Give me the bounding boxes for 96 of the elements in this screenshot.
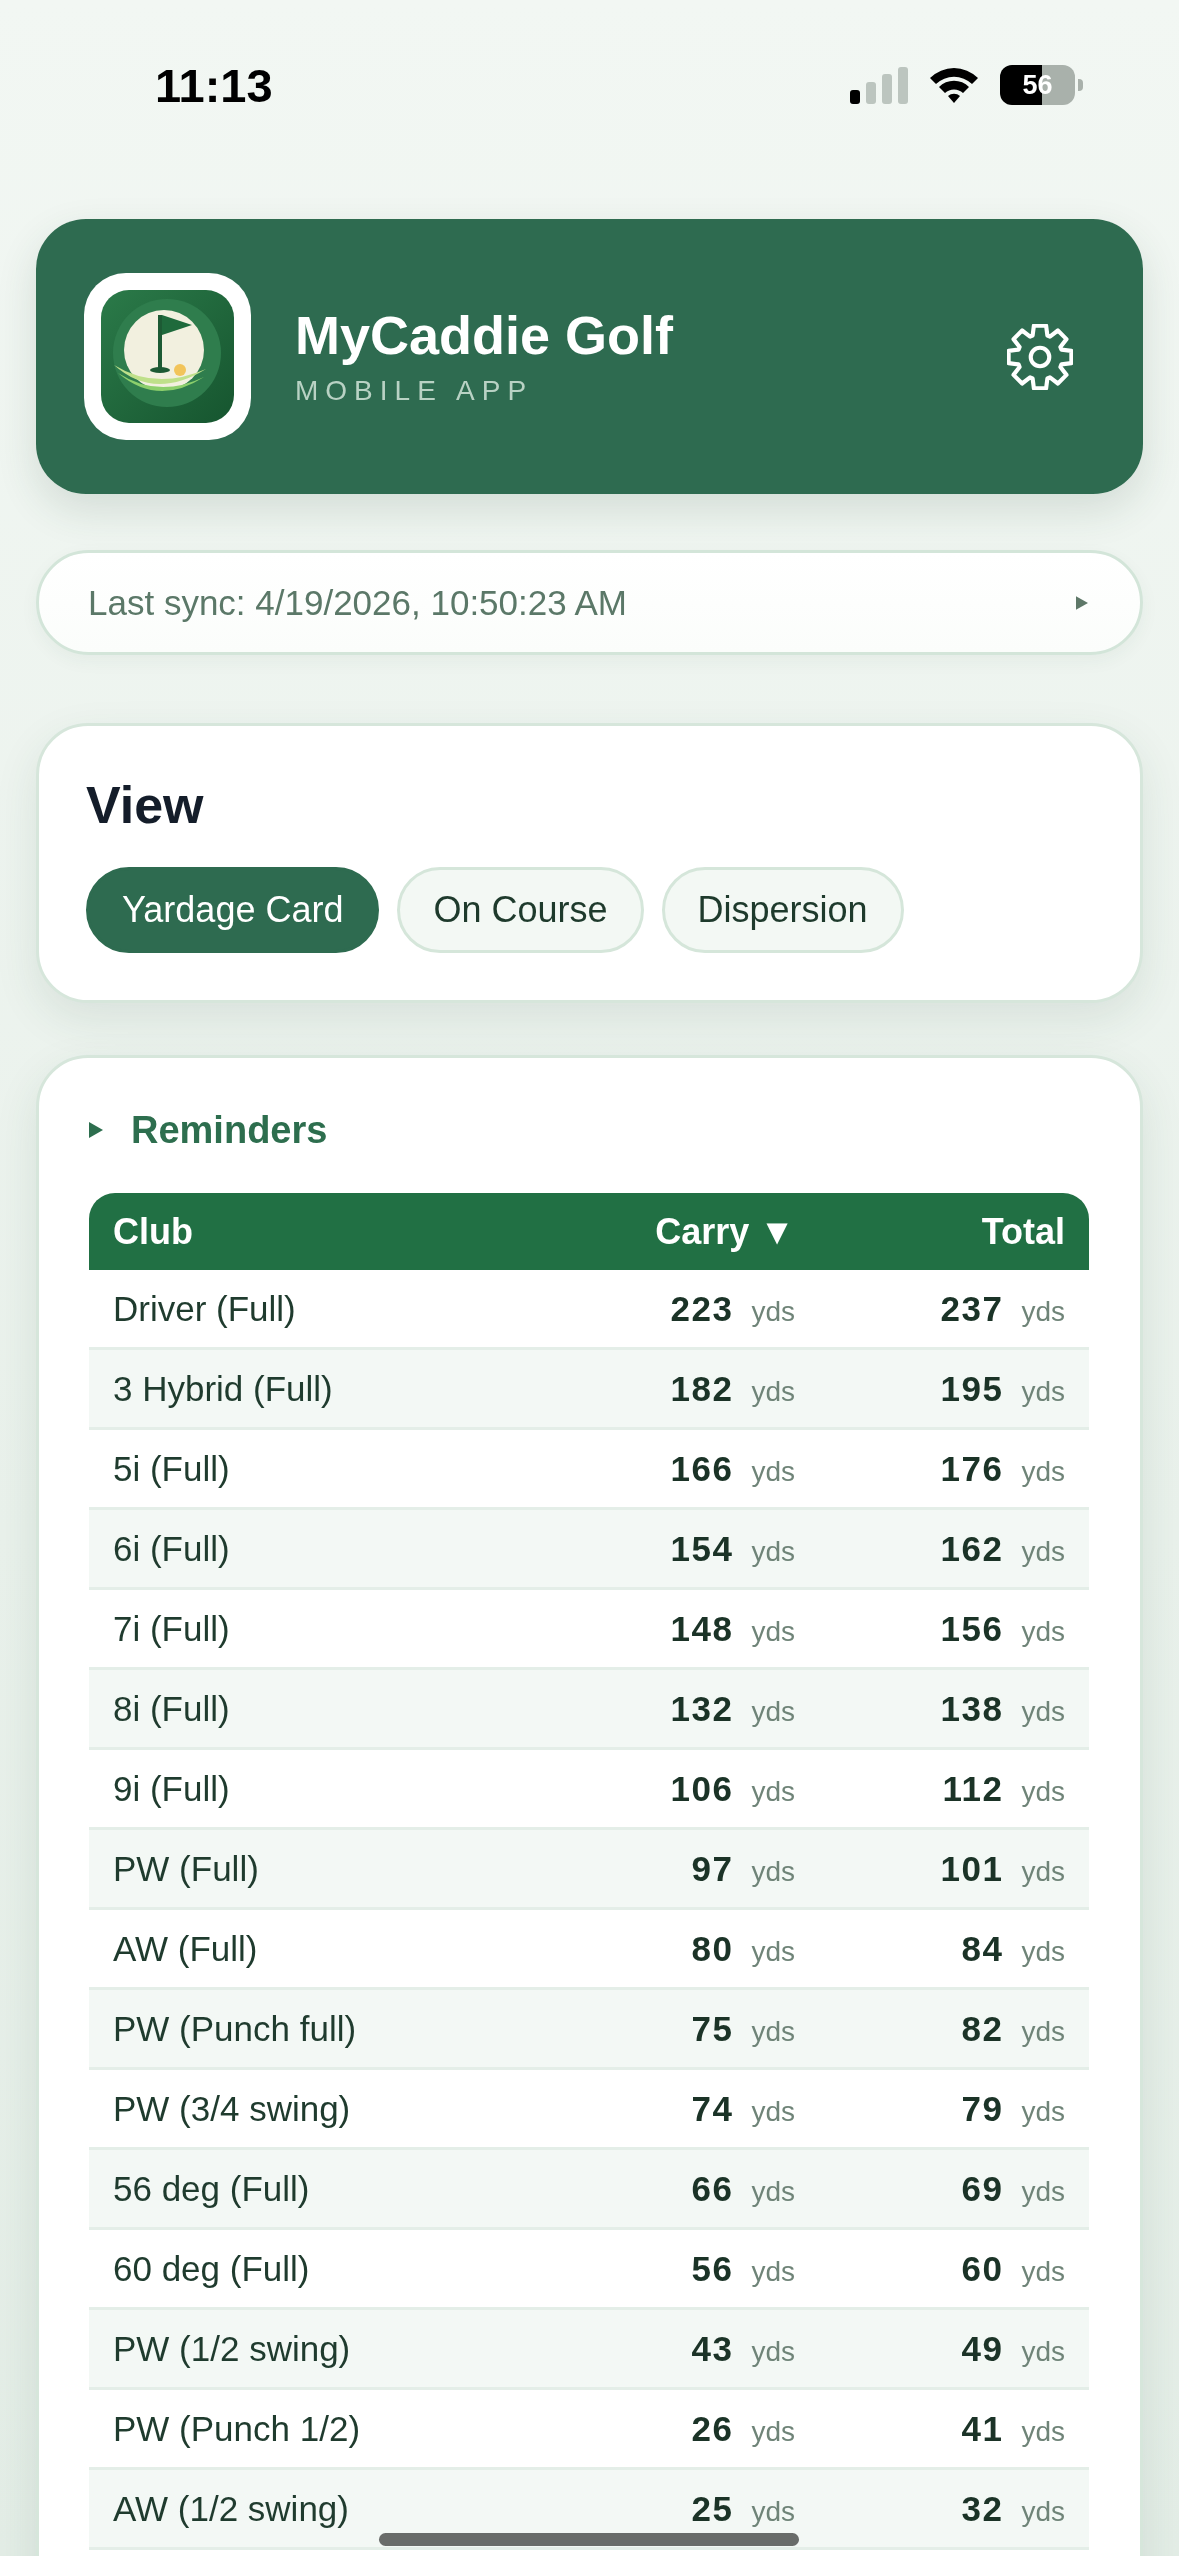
total-yards: 79	[961, 2088, 1004, 2128]
total-yards: 82	[961, 2008, 1004, 2048]
carry-yards: 25	[691, 2488, 734, 2528]
club-name: Driver (Full)	[113, 1288, 296, 1328]
yards-unit: yds	[1021, 2175, 1065, 2207]
club-name: 6i (Full)	[113, 1528, 230, 1568]
app-title: MyCaddie Golf	[295, 306, 674, 366]
club-name: 5i (Full)	[113, 1448, 230, 1488]
yards-unit: yds	[751, 2415, 795, 2447]
carry-yards: 166	[670, 1448, 734, 1488]
yards-unit: yds	[1021, 1615, 1065, 1647]
view-tab[interactable]: On Course	[397, 867, 644, 953]
total-yards: 237	[940, 1288, 1004, 1328]
status-time: 11:13	[155, 61, 273, 109]
club-name: 7i (Full)	[113, 1608, 230, 1648]
yards-unit: yds	[751, 2495, 795, 2527]
yards-unit: yds	[751, 1615, 795, 1647]
yards-unit: yds	[751, 2095, 795, 2127]
yards-unit: yds	[751, 1375, 795, 1407]
carry-yards: 80	[691, 1928, 734, 1968]
club-name: 9i (Full)	[113, 1768, 230, 1808]
total-yards: 156	[940, 1608, 1004, 1648]
carry-yards: 26	[691, 2408, 734, 2448]
yards-unit: yds	[1021, 1295, 1065, 1327]
yards-unit: yds	[1021, 1935, 1065, 1967]
yards-unit: yds	[1021, 2335, 1065, 2367]
carry-yards: 106	[670, 1768, 734, 1808]
column-header[interactable]: Carry ▼	[655, 1210, 795, 1252]
yards-unit: yds	[751, 2015, 795, 2047]
carry-yards: 75	[691, 2008, 734, 2048]
carry-yards: 154	[670, 1528, 734, 1568]
column-header[interactable]: Total	[981, 1210, 1065, 1252]
yards-unit: yds	[1021, 2015, 1065, 2047]
club-name: 60 deg (Full)	[113, 2248, 310, 2288]
yards-unit: yds	[1021, 1855, 1065, 1887]
club-name: AW (Full)	[113, 1928, 258, 1968]
view-tab[interactable]: Dispersion	[661, 867, 904, 953]
signal-icon	[850, 66, 908, 104]
yards-unit: yds	[751, 1455, 795, 1487]
club-name: PW (3/4 swing)	[113, 2088, 351, 2128]
sync-status-button[interactable]: Last sync: 4/19/2026, 10:50:23 AM	[36, 550, 1143, 655]
total-yards: 162	[940, 1528, 1004, 1568]
carry-yards: 182	[670, 1368, 734, 1408]
settings-icon[interactable]	[1007, 323, 1073, 390]
yards-unit: yds	[751, 1775, 795, 1807]
column-header[interactable]: Club	[113, 1210, 193, 1252]
total-yards: 32	[961, 2488, 1004, 2528]
yards-unit: yds	[1021, 2255, 1065, 2287]
total-yards: 112	[942, 1768, 1004, 1808]
yards-unit: yds	[1021, 2095, 1065, 2127]
carry-yards: 66	[691, 2168, 734, 2208]
carry-yards: 223	[670, 1288, 734, 1328]
yards-unit: yds	[1021, 1455, 1065, 1487]
club-name: PW (1/2 swing)	[113, 2328, 351, 2368]
total-yards: 49	[961, 2328, 1004, 2368]
wifi-icon	[928, 66, 980, 104]
yards-unit: yds	[751, 2255, 795, 2287]
club-name: PW (Full)	[113, 1848, 259, 1888]
yards-unit: yds	[751, 2335, 795, 2367]
reminders-toggle[interactable]: Reminders	[89, 1107, 328, 1153]
yards-unit: yds	[751, 1535, 795, 1567]
club-name: AW (1/2 swing)	[113, 2488, 349, 2528]
club-name: PW (Punch full)	[113, 2008, 357, 2048]
club-name: 3 Hybrid (Full)	[113, 1368, 333, 1408]
total-yards: 138	[940, 1688, 1004, 1728]
yards-unit: yds	[751, 1295, 795, 1327]
yards-unit: yds	[1021, 1535, 1065, 1567]
carry-yards: 43	[691, 2328, 734, 2368]
yards-unit: yds	[751, 1855, 795, 1887]
club-name: 8i (Full)	[113, 1688, 230, 1728]
carry-yards: 148	[670, 1608, 734, 1648]
total-yards: 195	[940, 1368, 1004, 1408]
carry-yards: 74	[691, 2088, 734, 2128]
flag-logo-icon	[84, 273, 251, 440]
yards-unit: yds	[751, 1935, 795, 1967]
club-name: PW (Punch 1/2)	[113, 2408, 361, 2448]
yards-unit: yds	[1021, 1375, 1065, 1407]
yards-unit: yds	[1021, 2415, 1065, 2447]
yards-unit: yds	[1021, 1775, 1065, 1807]
carry-yards: 56	[691, 2248, 734, 2288]
carry-yards: 132	[670, 1688, 734, 1728]
view-title: View	[86, 775, 204, 835]
total-yards: 176	[940, 1448, 1004, 1488]
yards-unit: yds	[1021, 2495, 1065, 2527]
view-tab[interactable]: Yardage Card	[86, 867, 380, 953]
carry-yards: 97	[691, 1848, 734, 1888]
total-yards: 101	[940, 1848, 1004, 1888]
yards-unit: yds	[1021, 1695, 1065, 1727]
total-yards: 60	[961, 2248, 1004, 2288]
total-yards: 84	[961, 1928, 1004, 1968]
yards-unit: yds	[751, 1695, 795, 1727]
app-subtitle: MOBILE APP	[295, 375, 534, 407]
total-yards: 69	[961, 2168, 1004, 2208]
club-name: 56 deg (Full)	[113, 2168, 310, 2208]
total-yards: 41	[961, 2408, 1004, 2448]
yards-unit: yds	[751, 2175, 795, 2207]
